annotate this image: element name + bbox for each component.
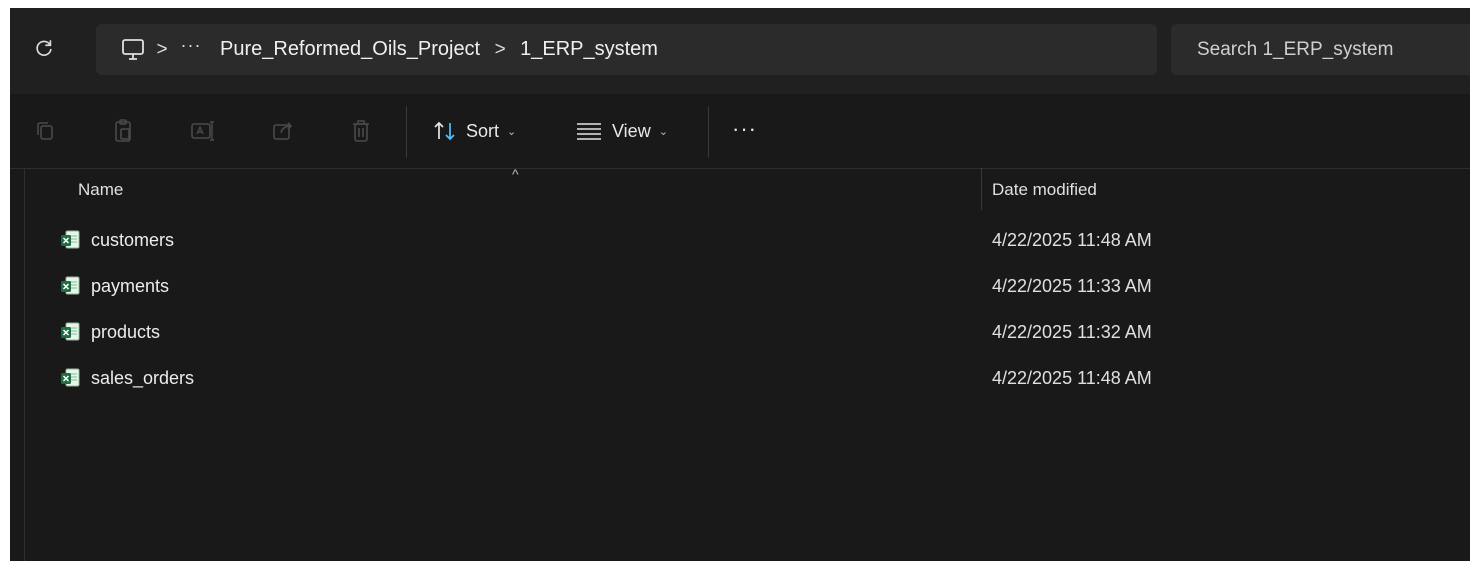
file-name: sales_orders: [91, 368, 195, 388]
breadcrumb-separator[interactable]: >: [486, 39, 514, 61]
file-row[interactable]: sales_orders 4/22/2025 11:48 AM: [10, 356, 1470, 402]
search-box[interactable]: [1171, 24, 1470, 75]
file-date-modified: 4/22/2025 11:32 AM: [992, 322, 1152, 342]
excel-file-icon: [60, 230, 80, 250]
toolbar-divider: [708, 106, 709, 158]
breadcrumb-more-button[interactable]: ···: [176, 35, 206, 56]
sort-button[interactable]: Sort ⌄: [432, 116, 516, 146]
column-headers: ^ Name Date modified: [10, 166, 1470, 212]
excel-file-icon: [60, 368, 80, 388]
file-row[interactable]: products 4/22/2025 11:32 AM: [10, 310, 1470, 356]
rename-icon[interactable]: [188, 116, 218, 146]
file-date-modified: 4/22/2025 11:48 AM: [992, 230, 1152, 250]
excel-file-icon: [60, 276, 80, 296]
command-bar: Sort ⌄ View ⌄ ···: [10, 94, 1470, 169]
breadcrumb-item-project[interactable]: Pure_Reformed_Oils_Project: [214, 38, 486, 61]
paste-icon[interactable]: [108, 116, 138, 146]
file-list: customers 4/22/2025 11:48 AM payments 4/…: [10, 218, 1470, 402]
refresh-icon[interactable]: [28, 32, 60, 64]
file-date-modified: 4/22/2025 11:48 AM: [992, 368, 1152, 388]
chevron-down-icon: ⌄: [507, 125, 517, 138]
toolbar-divider: [406, 106, 407, 158]
file-row[interactable]: customers 4/22/2025 11:48 AM: [10, 218, 1470, 264]
file-name: customers: [91, 230, 175, 250]
breadcrumb-item-erp-system[interactable]: 1_ERP_system: [514, 38, 664, 61]
view-button[interactable]: View ⌄: [576, 116, 668, 146]
share-icon[interactable]: [268, 116, 298, 146]
view-list-icon: [576, 121, 602, 141]
file-explorer-window: > ··· Pure_Reformed_Oils_Project > 1_ERP…: [10, 8, 1470, 561]
computer-icon[interactable]: [118, 35, 148, 65]
column-divider[interactable]: [981, 168, 982, 210]
excel-file-icon: [60, 322, 80, 342]
sort-ascending-icon: ^: [512, 166, 519, 182]
delete-icon[interactable]: [346, 116, 376, 146]
sort-icon: [432, 120, 458, 142]
more-options-button[interactable]: ···: [732, 116, 757, 142]
breadcrumb[interactable]: > ··· Pure_Reformed_Oils_Project > 1_ERP…: [96, 24, 1157, 75]
chevron-down-icon: ⌄: [658, 125, 668, 138]
file-row[interactable]: payments 4/22/2025 11:33 AM: [10, 264, 1470, 310]
column-header-date-modified[interactable]: Date modified: [992, 180, 1097, 200]
file-name: products: [91, 322, 161, 342]
breadcrumb-separator[interactable]: >: [148, 39, 176, 61]
view-label: View: [612, 120, 651, 141]
copy-icon[interactable]: [30, 116, 60, 146]
column-header-name[interactable]: Name: [78, 180, 123, 200]
address-row: > ··· Pure_Reformed_Oils_Project > 1_ERP…: [10, 8, 1470, 94]
file-name: payments: [91, 276, 170, 296]
sort-label: Sort: [466, 120, 500, 141]
file-date-modified: 4/22/2025 11:33 AM: [992, 276, 1152, 296]
search-input[interactable]: [1195, 37, 1459, 62]
